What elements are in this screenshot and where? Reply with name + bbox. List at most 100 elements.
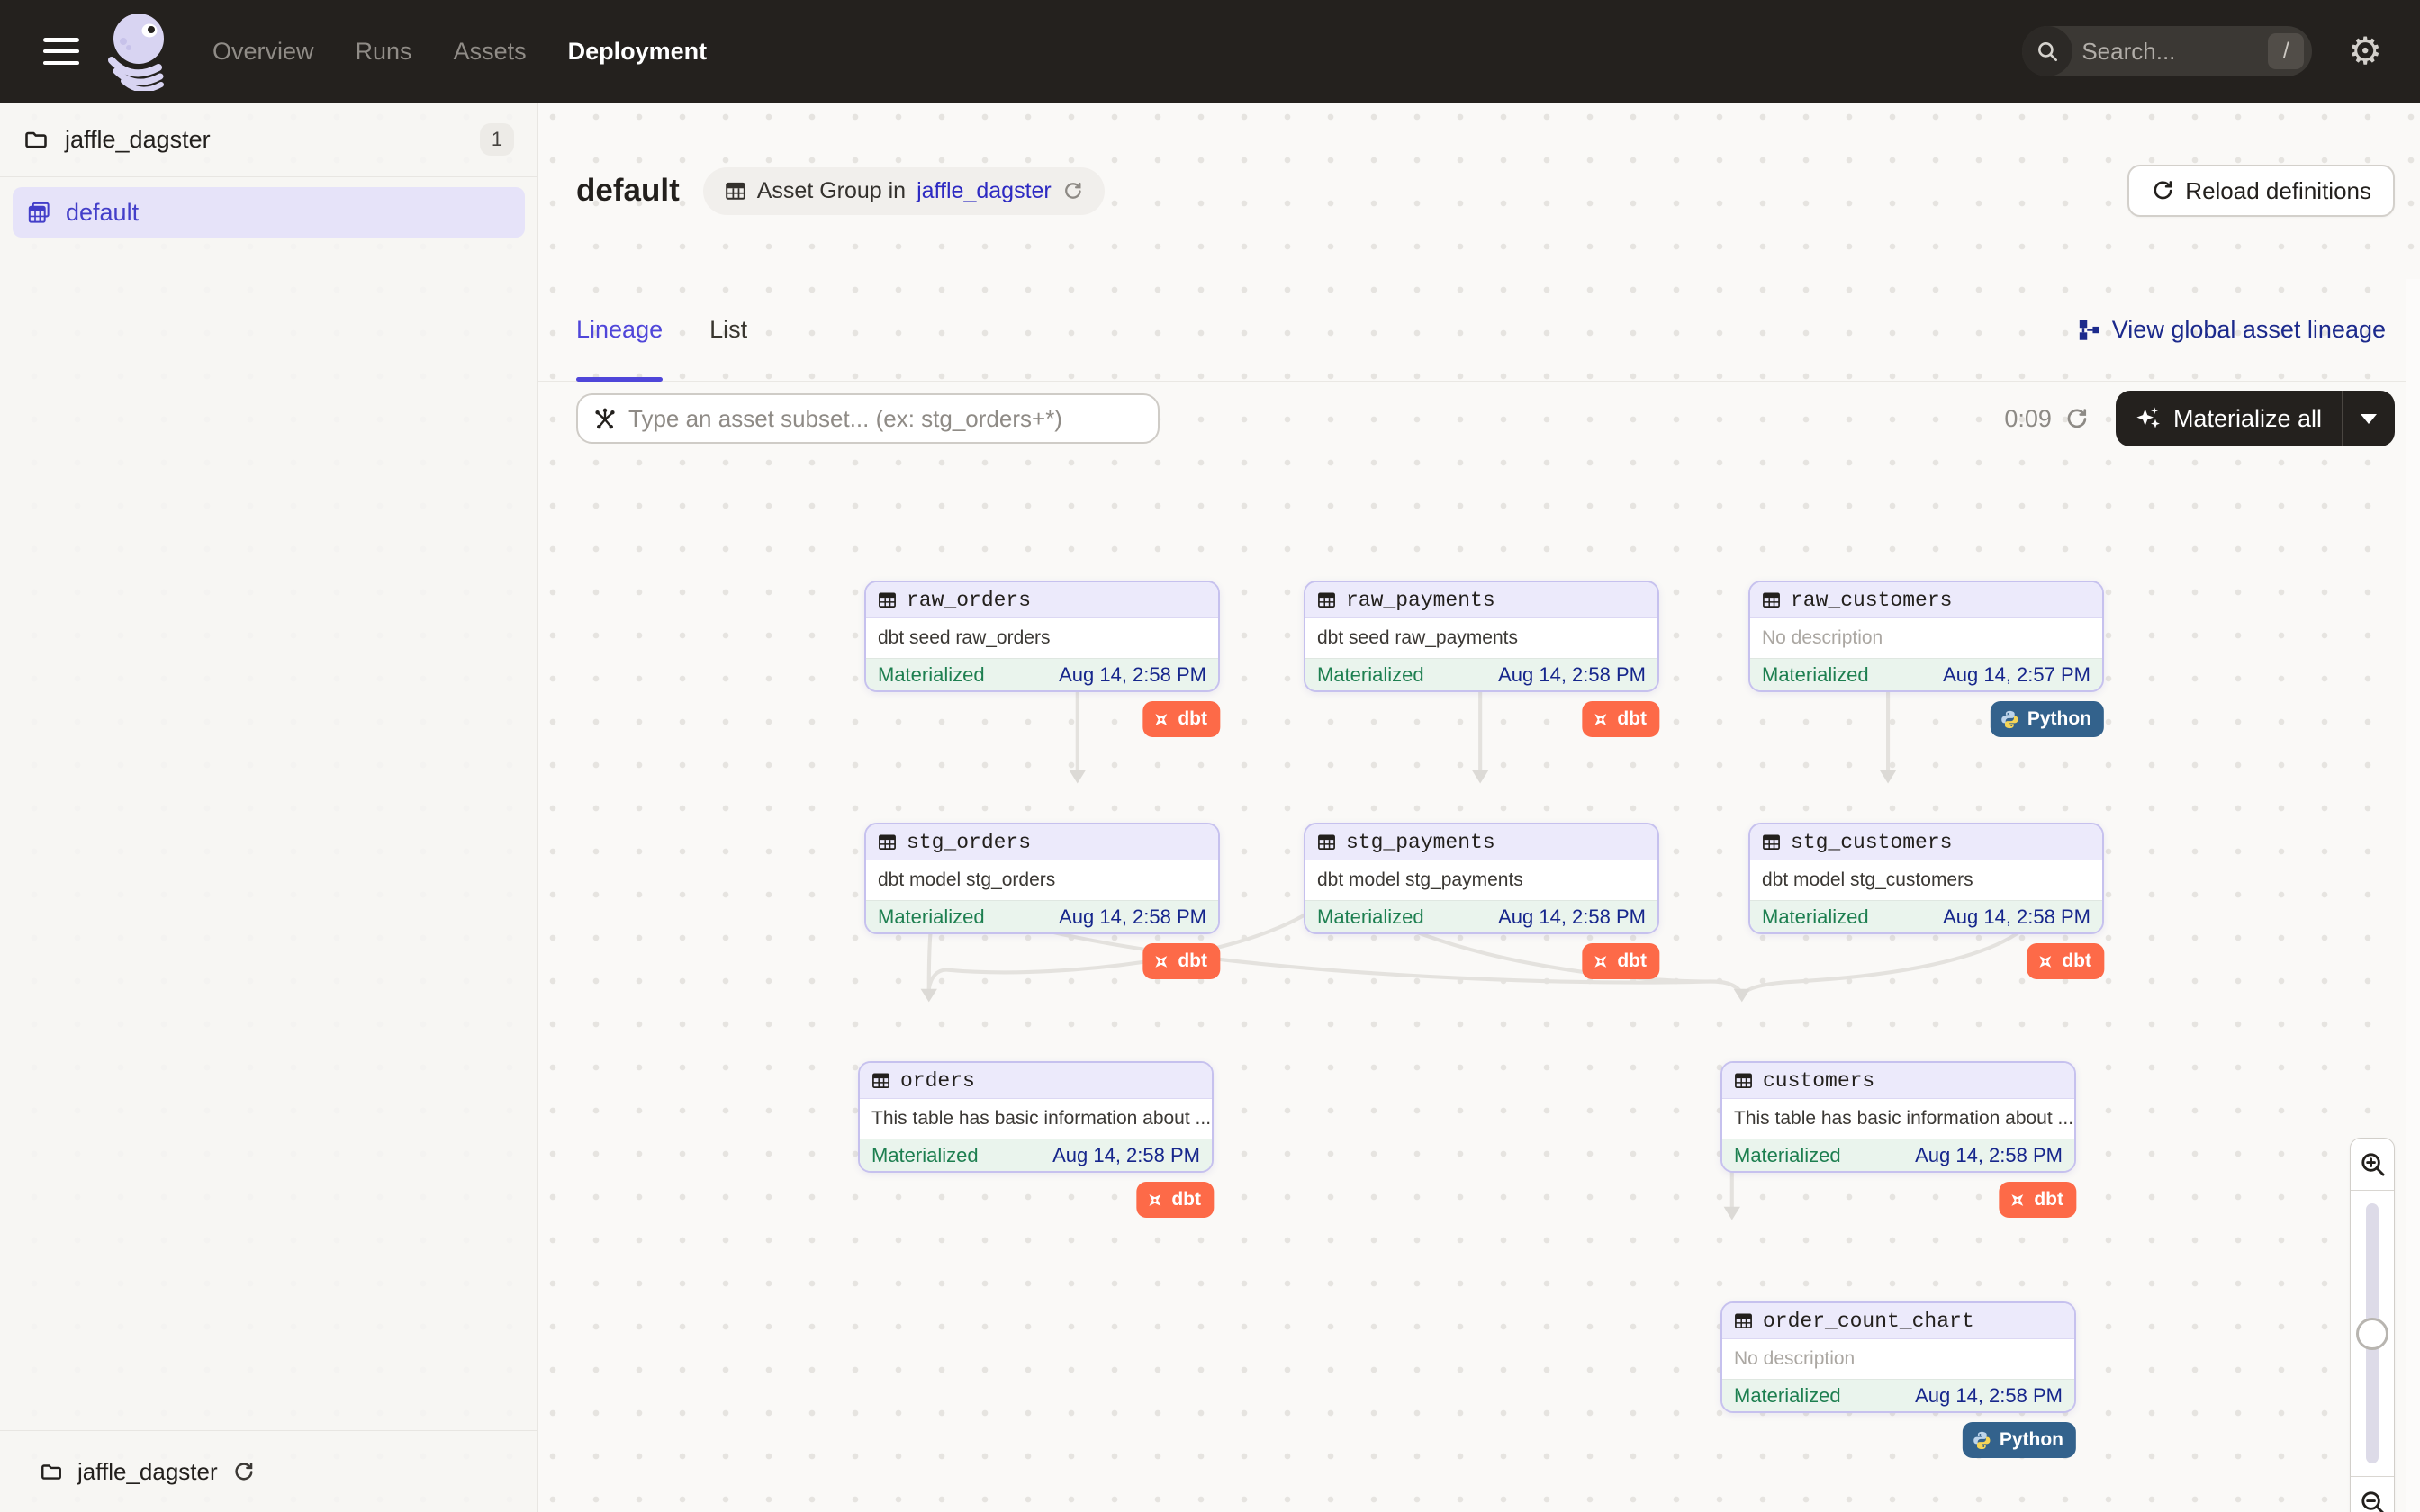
badge-label: dbt	[1617, 708, 1647, 730]
asset-selector-icon	[592, 406, 618, 431]
asset-name: raw_customers	[1791, 589, 1952, 612]
materialization-timestamp[interactable]: Aug 14, 2:58 PM	[1915, 1144, 2063, 1167]
badge-label: dbt	[2062, 950, 2091, 972]
asset-node-raw_orders[interactable]: raw_ordersdbt seed raw_ordersMaterialize…	[864, 580, 1220, 692]
sidebar-item-default-group[interactable]: default	[13, 187, 525, 238]
global-search[interactable]: /	[2022, 26, 2312, 76]
asset-node-raw_payments[interactable]: raw_paymentsdbt seed raw_paymentsMateria…	[1304, 580, 1659, 692]
python-badge[interactable]: Python	[1963, 1422, 2076, 1458]
search-input[interactable]	[2072, 38, 2268, 66]
table-icon	[1317, 590, 1336, 609]
refresh-icon[interactable]	[2064, 407, 2089, 431]
asset-node-header: stg_orders	[866, 824, 1218, 860]
nav-item-deployment[interactable]: Deployment	[568, 38, 708, 66]
python-badge[interactable]: Python	[1991, 701, 2104, 737]
badge-label: dbt	[1178, 950, 1207, 972]
asset-node-header: stg_payments	[1305, 824, 1657, 860]
zoom-slider-thumb[interactable]	[2356, 1318, 2388, 1350]
materialization-timestamp[interactable]: Aug 14, 2:57 PM	[1943, 663, 2090, 687]
materialization-timestamp[interactable]: Aug 14, 2:58 PM	[1059, 663, 1206, 687]
refresh-icon[interactable]	[1062, 181, 1083, 202]
dagster-logo-icon[interactable]	[103, 12, 171, 91]
dbt-logo-icon	[1151, 952, 1170, 971]
materialization-timestamp[interactable]: Aug 14, 2:58 PM	[1059, 905, 1206, 929]
asset-node-stg_payments[interactable]: stg_paymentsdbt model stg_paymentsMateri…	[1304, 823, 1659, 934]
asset-status-row: MaterializedAug 14, 2:58 PM	[1305, 900, 1657, 932]
asset-description: This table has basic information about .…	[860, 1099, 1212, 1138]
folder-icon	[23, 127, 49, 152]
asset-node-customers[interactable]: customersThis table has basic informatio…	[1720, 1061, 2076, 1173]
table-icon	[878, 590, 897, 609]
dbt-badge[interactable]: dbt	[1582, 701, 1659, 737]
hamburger-menu-icon[interactable]	[43, 38, 79, 65]
table-icon	[1317, 832, 1336, 851]
dbt-badge[interactable]: dbt	[1582, 943, 1659, 979]
asset-name: orders	[900, 1069, 975, 1093]
dbt-badge[interactable]: dbt	[1136, 1182, 1214, 1218]
asset-node-stg_customers[interactable]: stg_customersdbt model stg_customersMate…	[1748, 823, 2104, 934]
badge-label: dbt	[2034, 1189, 2063, 1210]
asset-description: dbt model stg_payments	[1305, 860, 1657, 900]
scrollbar[interactable]	[2406, 279, 2420, 1512]
python-logo-icon	[1972, 1430, 1992, 1451]
nav-item-assets[interactable]: Assets	[454, 38, 527, 66]
asset-status-row: MaterializedAug 14, 2:58 PM	[1305, 658, 1657, 690]
dbt-badge[interactable]: dbt	[1142, 701, 1220, 737]
settings-gear-icon[interactable]: ⚙	[2348, 32, 2382, 70]
repo-count-badge: 1	[480, 123, 514, 156]
materialize-all-button[interactable]: Materialize all	[2116, 391, 2395, 446]
group-label: default	[66, 199, 139, 227]
zoom-in-button[interactable]	[2351, 1138, 2394, 1190]
materialization-timestamp[interactable]: Aug 14, 2:58 PM	[1498, 905, 1646, 929]
materialize-options-dropdown[interactable]	[2343, 391, 2395, 446]
zoom-slider[interactable]	[2351, 1190, 2394, 1477]
asset-name: stg_payments	[1346, 831, 1495, 854]
reload-definitions-button[interactable]: Reload definitions	[2127, 165, 2395, 217]
asset-node-stg_orders[interactable]: stg_ordersdbt model stg_ordersMaterializ…	[864, 823, 1220, 934]
status-badge: Materialized	[1762, 905, 1869, 929]
asset-node-header: raw_orders	[866, 582, 1218, 618]
context-repo-link[interactable]: jaffle_dagster	[917, 178, 1052, 204]
dbt-badge[interactable]: dbt	[2027, 943, 2104, 979]
dbt-logo-icon	[1591, 710, 1610, 729]
materialization-timestamp[interactable]: Aug 14, 2:58 PM	[1052, 1144, 1200, 1167]
graph-toolbar-right: 0:09 Materialize all	[2004, 391, 2395, 446]
chevron-down-icon	[2361, 414, 2377, 424]
dbt-logo-icon	[1151, 710, 1170, 729]
asset-status-row: Materialized Aug 14, 2:58 PM	[860, 1138, 1212, 1171]
table-icon	[871, 1071, 890, 1090]
lineage-edges	[538, 382, 2406, 1512]
lineage-graph-canvas[interactable]: 0:09 Materialize all	[538, 382, 2406, 1512]
asset-status-row: MaterializedAug 14, 2:57 PM	[1750, 658, 2102, 690]
materialization-timestamp[interactable]: Aug 14, 2:58 PM	[1915, 1384, 2063, 1408]
main-panel: default Asset Group in jaffle_dagster	[538, 103, 2420, 1512]
asset-subset-input[interactable]	[628, 405, 1143, 433]
nav-item-overview[interactable]: Overview	[212, 38, 314, 66]
dbt-badge[interactable]: dbt	[1142, 943, 1220, 979]
search-icon	[2022, 26, 2072, 76]
refresh-icon[interactable]	[232, 1461, 255, 1483]
asset-subset-filter[interactable]	[576, 393, 1160, 444]
zoom-out-button[interactable]	[2351, 1477, 2394, 1512]
context-text: Asset Group in	[757, 178, 906, 204]
folder-icon	[40, 1460, 63, 1483]
tab-list[interactable]: List	[709, 279, 747, 382]
sidebar-repo-jaffle-dagster[interactable]: jaffle_dagster 1	[0, 103, 537, 176]
nav-item-runs[interactable]: Runs	[356, 38, 412, 66]
asset-node-orders[interactable]: orders This table has basic information a…	[858, 1061, 1214, 1173]
materialization-timestamp[interactable]: Aug 14, 2:58 PM	[1943, 905, 2090, 929]
repo-label: jaffle_dagster	[65, 126, 211, 154]
top-nav: Overview Runs Assets Deployment / ⚙	[0, 0, 2420, 103]
asset-node-raw_customers[interactable]: raw_customersNo descriptionMaterializedA…	[1748, 580, 2104, 692]
view-global-asset-lineage-link[interactable]: View global asset lineage	[2077, 316, 2386, 344]
badge-label: Python	[2000, 1429, 2063, 1451]
materialization-timestamp[interactable]: Aug 14, 2:58 PM	[1498, 663, 1646, 687]
status-badge: Materialized	[871, 1144, 979, 1167]
tab-lineage[interactable]: Lineage	[576, 279, 663, 382]
asset-node-order_count_chart[interactable]: order_count_chartNo descriptionMateriali…	[1720, 1301, 2076, 1413]
dbt-badge[interactable]: dbt	[1999, 1182, 2076, 1218]
asset-name: customers	[1763, 1069, 1874, 1093]
asset-node-header: raw_customers	[1750, 582, 2102, 618]
asset-node-header: raw_payments	[1305, 582, 1657, 618]
asset-description: dbt model stg_customers	[1750, 860, 2102, 900]
